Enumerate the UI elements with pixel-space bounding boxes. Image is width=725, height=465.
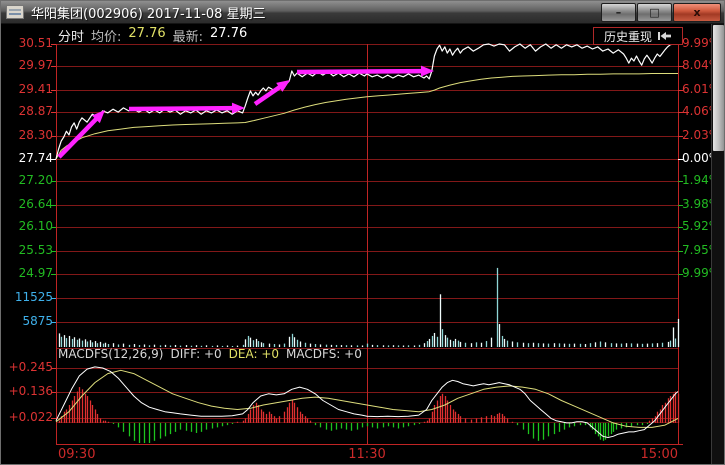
close-button[interactable]: x [673,3,721,22]
window-title: 华阳集团(002906) 2017-11-08 星期三 [31,3,266,22]
minimize-icon: – [616,7,622,18]
time-axis-label: 11:30 [345,447,389,462]
minimize-button[interactable]: – [601,3,636,22]
maximize-button[interactable]: □ [637,3,672,22]
vertical-scrollbar[interactable] [711,24,725,464]
maximize-icon: □ [649,7,659,18]
window-controls: – □ x [600,3,721,22]
time-axis-label: 09:30 [58,447,95,462]
time-axis: 09:30 11:30 15:00 [1,1,725,465]
app-icon [6,5,24,19]
scrollbar-thumb[interactable] [713,25,724,151]
stock-app-window: 华阳集团(002906) 2017-11-08 星期三 – □ x 分时 均价:… [0,0,725,465]
title-bar[interactable]: 华阳集团(002906) 2017-11-08 星期三 – □ x [1,1,724,24]
close-icon: x [693,7,700,18]
time-axis-label: 15:00 [633,447,678,462]
